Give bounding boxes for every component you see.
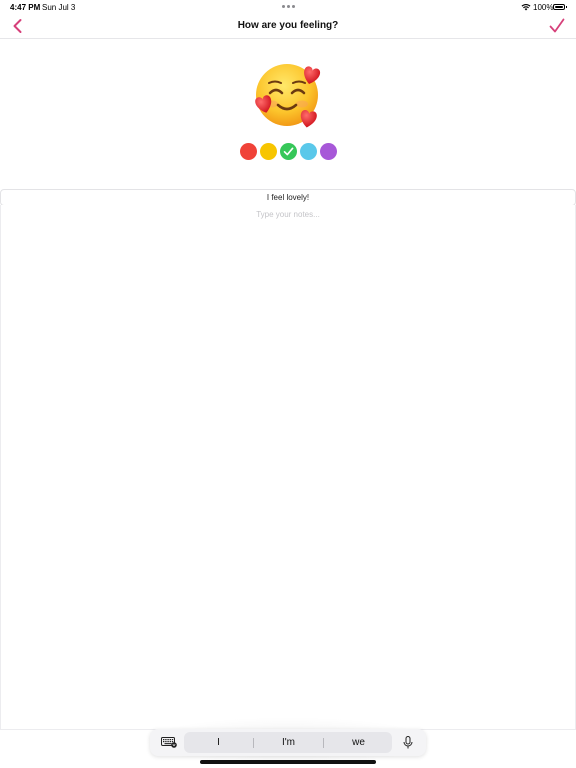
mood-entry-screen: 4:47 PM Sun Jul 3 100% How are you feeli… (0, 0, 576, 768)
mood-color-picker (240, 143, 340, 161)
color-option-blue[interactable] (300, 143, 317, 160)
status-date: Sun Jul 3 (42, 3, 76, 12)
smiling-face-with-hearts-icon[interactable] (250, 60, 326, 136)
battery-icon (553, 4, 567, 10)
keyboard-icon[interactable] (161, 737, 177, 748)
color-option-green[interactable] (280, 143, 297, 160)
page-title: How are you feeling? (237, 20, 339, 31)
notes-textarea[interactable] (0, 205, 576, 730)
keyboard-shortcut-bar: I I'm we (150, 729, 426, 756)
color-option-red[interactable] (240, 143, 257, 160)
predictive-text-bar: I I'm we (184, 732, 392, 753)
prediction-word[interactable]: I (184, 732, 253, 753)
battery-percentage: 100% (533, 3, 554, 12)
navigation-bar: How are you feeling? (0, 14, 576, 39)
checkmark-icon[interactable] (548, 17, 566, 35)
prediction-word[interactable]: I'm (254, 732, 323, 753)
checkmark-icon (283, 147, 294, 156)
color-option-yellow[interactable] (260, 143, 277, 160)
color-option-purple[interactable] (320, 143, 337, 160)
microphone-icon[interactable] (403, 736, 413, 749)
entry-title-input[interactable] (0, 189, 576, 206)
wifi-icon (521, 4, 531, 11)
status-time: 4:47 PM (10, 3, 41, 12)
multitasking-dots-icon[interactable] (282, 5, 295, 9)
status-bar: 4:47 PM Sun Jul 3 100% (0, 0, 576, 14)
home-indicator[interactable] (200, 760, 376, 764)
prediction-word[interactable]: we (324, 732, 393, 753)
